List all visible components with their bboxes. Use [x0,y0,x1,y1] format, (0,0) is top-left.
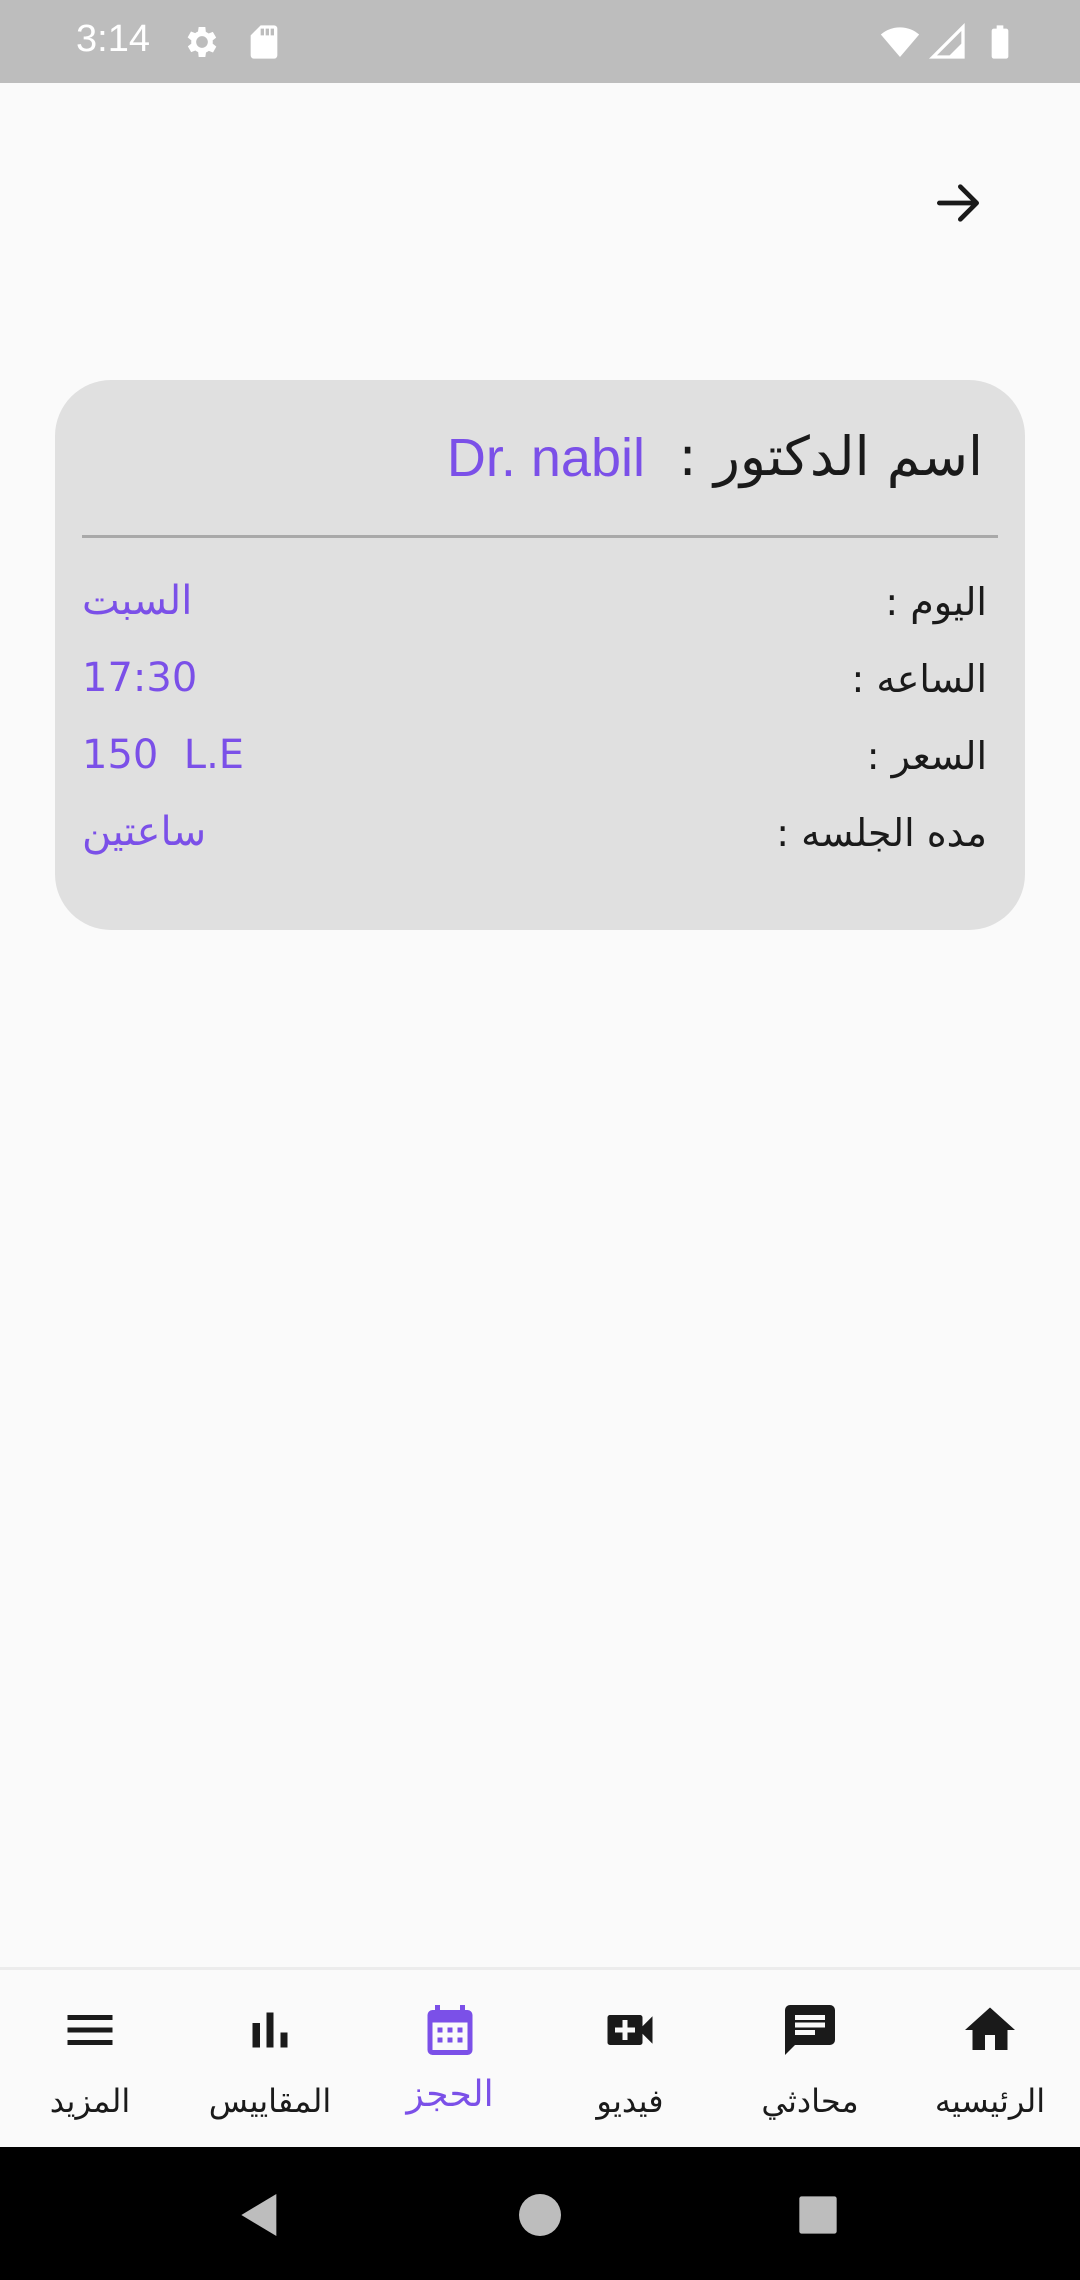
video-add-icon [607,2015,653,2045]
sd-card-icon [250,25,278,59]
nav-label: المزيد [49,2082,131,2120]
divider [82,535,998,538]
duration-value: ساعتين [82,809,207,855]
nav-item-booking[interactable]: الحجز [360,1970,540,2147]
time-value: 17:30 [82,655,198,701]
gear-icon [187,27,217,57]
nav-item-more[interactable]: المزيد [0,1970,180,2147]
system-nav-bar [0,2147,1080,2280]
status-bar: 3:14 [0,0,1080,83]
signal-icon [928,22,965,59]
nav-label: فيديو [596,2082,664,2120]
back-triangle-icon[interactable] [232,2187,288,2243]
nav-item-home[interactable]: الرئيسيه [900,1970,1080,2147]
nav-item-metrics[interactable]: المقاييس [180,1970,360,2147]
nav-label: الرئيسيه [934,2082,1046,2120]
price-value: 150 L.E [82,732,245,778]
recents-square-icon[interactable] [790,2187,846,2243]
status-time: 3:14 [76,18,150,60]
price-label: السعر : [866,734,987,778]
nav-item-chats[interactable]: محادثي [720,1970,900,2147]
chat-icon [785,2005,835,2055]
day-label: اليوم : [885,580,987,624]
booking-card: اسم الدكتور : Dr. nabil اليوم : السبت ال… [55,380,1025,930]
duration-label: مده الجلسه : [776,811,987,855]
calendar-icon [427,2005,473,2055]
battery-icon [991,25,1009,59]
doctor-name: Dr. nabil [446,428,645,488]
day-value: السبت [82,578,193,624]
home-icon [965,2007,1015,2050]
doctor-label: اسم الدكتور : [678,425,984,488]
nav-label: محادثي [761,2082,859,2120]
nav-item-video[interactable]: فيديو [540,1970,720,2147]
menu-icon [67,2015,113,2045]
time-label: الساعه : [851,657,987,701]
nav-label: الحجز [406,2074,494,2115]
bar-chart-icon [252,2012,288,2048]
bottom-nav: المزيد المقاييس الحجز فيديو محادثي الرئي… [0,1967,1080,2147]
nav-label: المقاييس [208,2082,332,2120]
home-circle-icon[interactable] [512,2187,568,2243]
wifi-icon [880,27,920,57]
arrow-right-icon[interactable] [930,175,986,231]
